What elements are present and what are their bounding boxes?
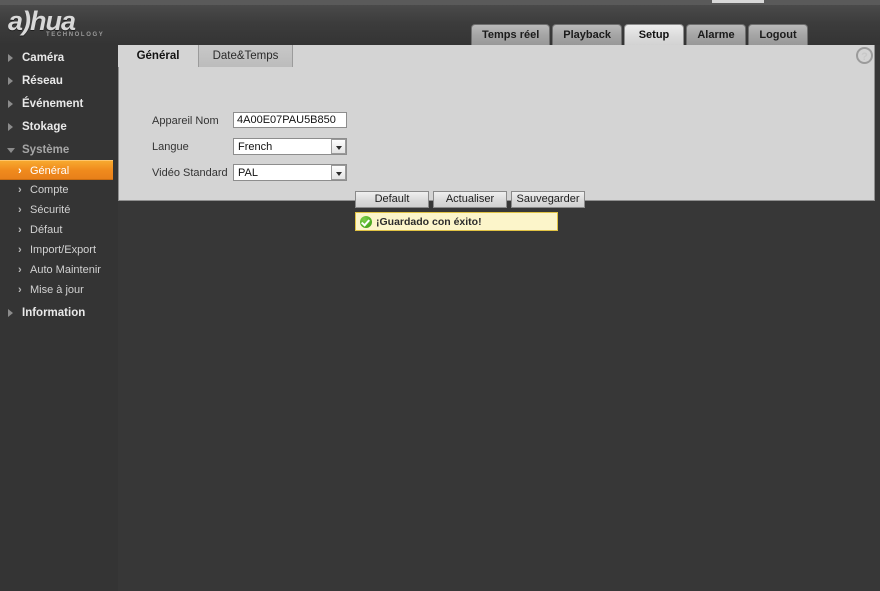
chevron-right-icon xyxy=(8,77,13,85)
chevron-right-icon xyxy=(8,54,13,62)
chevron-right-icon xyxy=(8,100,13,108)
default-button[interactable]: Default xyxy=(355,191,429,208)
sidebar-item-d-faut[interactable]: › Défaut xyxy=(0,220,118,240)
help-icon[interactable]: ? xyxy=(856,47,873,64)
sidebar-item-label: Événement xyxy=(22,98,84,110)
sidebar-item-auto-maintenir[interactable]: › Auto Maintenir xyxy=(0,260,118,280)
window-title-bar-highlight xyxy=(712,0,764,3)
field-row-device-name: Appareil Nom xyxy=(119,112,876,132)
video-standard-select[interactable]: PAL xyxy=(233,164,347,181)
chevron-right-icon xyxy=(8,309,13,317)
app-header: a)hua TECHNOLOGY Temps réel Playback Setup… xyxy=(0,5,880,45)
sidebar-item--v-nement[interactable]: Événement xyxy=(0,94,118,114)
sidebar-item-information[interactable]: Information xyxy=(0,303,118,323)
check-circle-icon xyxy=(360,216,372,228)
chevron-down-icon[interactable] xyxy=(331,139,346,154)
tab-g-n-ral[interactable]: Général xyxy=(118,45,199,67)
sidebar-nav: Caméra Réseau Événement Stokage Système › Géné… xyxy=(0,45,118,591)
sidebar-item-s-curit[interactable]: › Sécurité xyxy=(0,200,118,220)
chevron-right-icon xyxy=(8,123,13,131)
sidebar-item-stokage[interactable]: Stokage xyxy=(0,117,118,137)
sidebar-item-label: Mise à jour xyxy=(30,284,84,296)
sidebar-item-cam-ra[interactable]: Caméra xyxy=(0,48,118,68)
logo-tagline: TECHNOLOGY xyxy=(46,32,105,38)
logo-wordmark: a)hua xyxy=(8,6,76,36)
sidebar-item-label: Compte xyxy=(30,184,69,196)
sidebar-item-label: Défaut xyxy=(30,224,63,236)
sidebar-item-label: Réseau xyxy=(22,75,63,87)
sidebar-item-import-export[interactable]: › Import/Export xyxy=(0,240,118,260)
sidebar-item-label: Import/Export xyxy=(30,244,97,256)
sidebar-item-compte[interactable]: › Compte xyxy=(0,180,118,200)
nav-button-setup[interactable]: Setup xyxy=(623,24,684,45)
chevron-right-icon: › xyxy=(18,165,22,177)
nav-button-logout[interactable]: Logout xyxy=(747,24,808,45)
main-nav: Temps réel Playback Setup Alarme Logout xyxy=(471,24,810,45)
sidebar-item-r-seau[interactable]: Réseau xyxy=(0,71,118,91)
sidebar-item-label: Général xyxy=(30,165,70,177)
tab-date-temps[interactable]: Date&Temps xyxy=(199,45,293,67)
dahua-logo: a)hua TECHNOLOGY xyxy=(8,8,126,40)
language-select[interactable]: French xyxy=(233,138,347,155)
field-row-language: Langue French xyxy=(119,138,876,158)
video-standard-selected-value: PAL xyxy=(238,167,258,179)
field-row-video-standard: Vidéo Standard PAL xyxy=(119,164,876,184)
device-name-input[interactable] xyxy=(233,112,347,128)
language-selected-value: French xyxy=(238,141,273,153)
status-message-text: ¡Guardado con éxito! xyxy=(376,216,482,228)
chevron-down-icon xyxy=(7,148,15,153)
general-settings-form: Appareil Nom Langue French Vidéo Standar… xyxy=(119,112,876,190)
sidebar-item-label: Système xyxy=(22,144,70,156)
sidebar-item-label: Sécurité xyxy=(30,204,71,216)
form-action-buttons: Default Actualiser Sauvegarder xyxy=(355,191,589,208)
chevron-right-icon: › xyxy=(18,204,22,216)
sidebar-item-label: Auto Maintenir xyxy=(30,264,101,276)
sidebar-item-g-n-ral[interactable]: › Général xyxy=(0,160,113,180)
sidebar-item-label: Stokage xyxy=(22,121,67,133)
sidebar-item-label: Caméra xyxy=(22,52,65,64)
sidebar-item-syst-me[interactable]: Système xyxy=(0,140,118,160)
chevron-right-icon: › xyxy=(18,224,22,236)
nav-button-alarme[interactable]: Alarme xyxy=(685,24,746,45)
nav-button-temps-r-el[interactable]: Temps réel xyxy=(471,24,551,45)
content-panel: Appareil Nom Langue French Vidéo Standar… xyxy=(118,45,876,231)
chevron-right-icon: › xyxy=(18,284,22,296)
content-tabs: Général Date&Temps xyxy=(118,45,875,67)
chevron-down-icon[interactable] xyxy=(331,165,346,180)
sidebar-item-mise-jour[interactable]: › Mise à jour xyxy=(0,280,118,300)
nav-button-playback[interactable]: Playback xyxy=(552,24,622,45)
chevron-right-icon: › xyxy=(18,264,22,276)
chevron-right-icon: › xyxy=(18,244,22,256)
sidebar-item-label: Information xyxy=(22,307,86,319)
chevron-right-icon: › xyxy=(18,184,22,196)
actualiser-button[interactable]: Actualiser xyxy=(433,191,507,208)
sauvegarder-button[interactable]: Sauvegarder xyxy=(511,191,585,208)
status-message-banner: ¡Guardado con éxito! xyxy=(355,212,558,231)
